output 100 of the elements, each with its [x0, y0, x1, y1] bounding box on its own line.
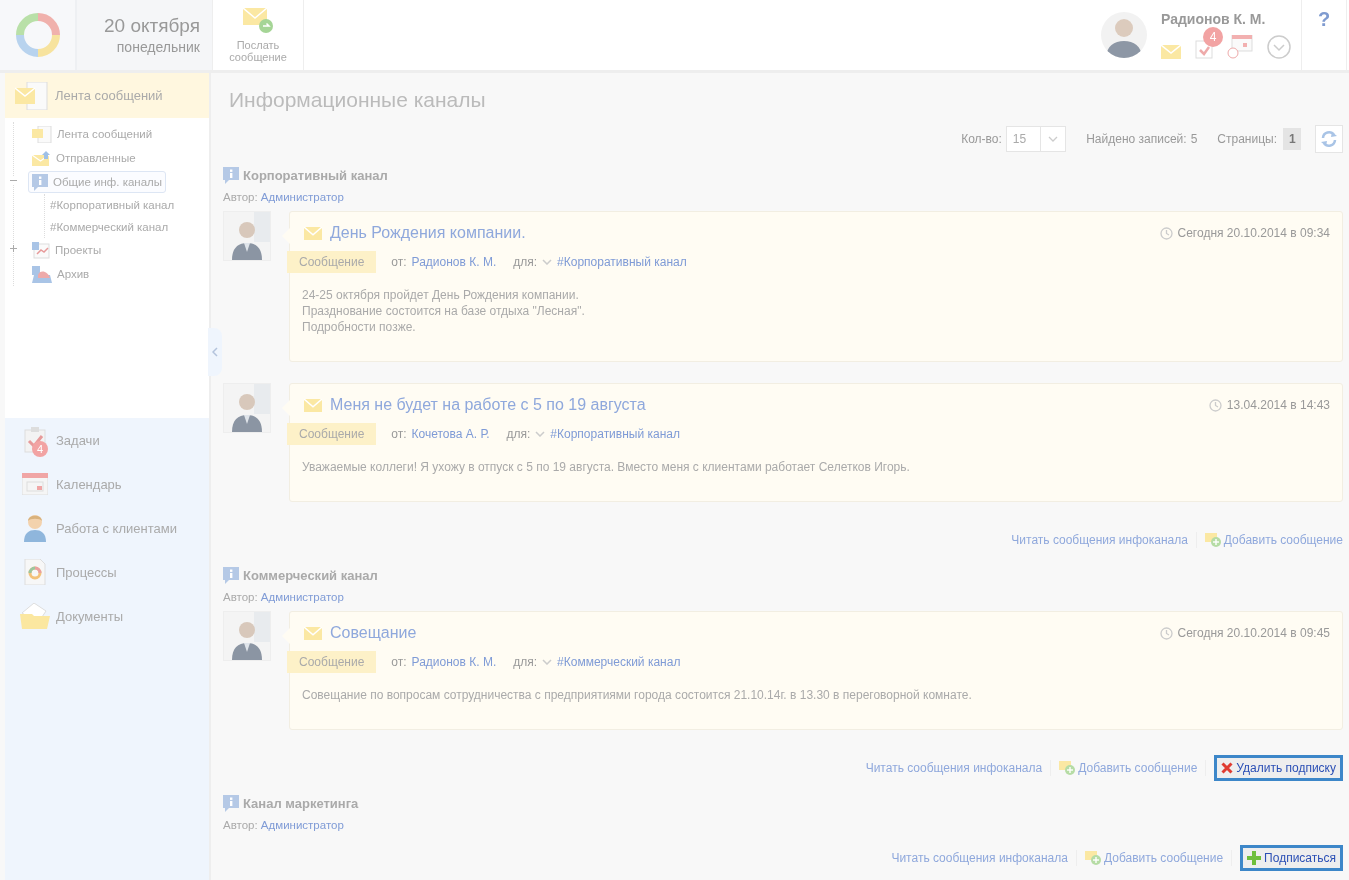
envelope-arrow-icon: [32, 150, 51, 166]
tree-item[interactable]: #Корпоративный канал: [48, 198, 177, 212]
channel-link[interactable]: #Коммерческий канал: [557, 655, 681, 669]
from-label: от:: [391, 255, 407, 269]
nav-item[interactable]: Календарь: [5, 462, 209, 506]
plus-icon: [1247, 851, 1262, 865]
found-count: 5: [1190, 132, 1198, 146]
author-link[interactable]: Администратор: [260, 819, 344, 831]
from-label: от:: [391, 427, 407, 441]
mail-icon[interactable]: [1161, 45, 1181, 59]
envelope-send-icon: [243, 7, 273, 34]
unsubscribe-button[interactable]: Удалить подписку: [1214, 755, 1343, 781]
user-icon: [23, 514, 47, 542]
chevron-left-icon: [212, 347, 218, 357]
archive-icon: [32, 265, 52, 283]
channel-link[interactable]: #Корпоративный канал: [550, 427, 680, 441]
section-header[interactable]: Лента сообщений: [5, 73, 209, 118]
message-text: 24-25 октября пройдет День Рождения компании.: [302, 287, 580, 303]
read-link[interactable]: Читать сообщения инфоканала: [1011, 533, 1188, 547]
user-name: Радионов К. М.: [1161, 11, 1267, 27]
page-button[interactable]: 1: [1283, 128, 1301, 150]
folder-plus-icon: [1084, 851, 1101, 865]
sender-link[interactable]: Радионов К. М.: [411, 655, 497, 669]
message-tag: Сообщение: [287, 251, 377, 273]
nav-item[interactable]: 4 Задачи: [5, 418, 209, 462]
document-icon: [24, 559, 46, 585]
nav-item[interactable]: Документы: [5, 594, 209, 638]
sender-link[interactable]: Радионов К. М.: [411, 255, 497, 269]
add-message-link[interactable]: Добавить сообщение: [1084, 851, 1224, 865]
channel-title: Канал маркетинга: [243, 796, 359, 811]
nav-item[interactable]: Процессы: [5, 550, 209, 594]
to-label: для:: [513, 255, 538, 269]
subscribe-button[interactable]: Подписаться: [1240, 845, 1343, 871]
clock-icon: [1159, 626, 1173, 640]
channel-title: Коммерческий канал: [243, 568, 378, 583]
author-label: Автор:: [223, 591, 258, 603]
info-icon: [223, 795, 239, 812]
tree-item[interactable]: #Коммерческий канал: [48, 220, 171, 234]
clock-icon: [1208, 398, 1222, 412]
plus-icon: [9, 244, 18, 253]
tree-item[interactable]: Архив: [28, 263, 94, 285]
message-tag: Сообщение: [287, 651, 377, 673]
message-title[interactable]: День Рождения компании.: [330, 224, 526, 242]
chevron-down-icon: [535, 431, 546, 437]
from-label: от:: [391, 655, 407, 669]
read-link[interactable]: Читать сообщения инфоканала: [865, 761, 1043, 775]
logo-icon: [15, 13, 60, 57]
calendar-clock-icon[interactable]: [1227, 35, 1253, 59]
help-button[interactable]: ?: [1311, 4, 1337, 34]
tree-item[interactable]: Проекты: [28, 239, 106, 261]
tree-item[interactable]: Лента сообщений: [28, 123, 157, 145]
count-badge: 4: [32, 441, 48, 457]
channel-title: Корпоративный канал: [243, 168, 388, 183]
message-date: Сегодня 20.10.2014 в 09:45: [1177, 626, 1330, 640]
date-text: 20 октября: [103, 15, 200, 37]
refresh-button[interactable]: [1315, 125, 1343, 153]
add-message-link[interactable]: Добавить сообщение: [1204, 533, 1343, 547]
weekday-text: понедельник: [116, 39, 200, 55]
collapse-tab[interactable]: [208, 328, 222, 376]
author-link[interactable]: Администратор: [260, 191, 344, 203]
refresh-icon: [1320, 130, 1338, 148]
send-message-button[interactable]: Послать сообщение: [212, 0, 304, 70]
message-text: Подробности позже.: [302, 319, 417, 335]
channel-link[interactable]: #Корпоративный канал: [557, 255, 687, 269]
author-label: Автор:: [223, 191, 258, 203]
chart-document-icon: [32, 241, 50, 259]
to-label: для:: [506, 427, 531, 441]
add-message-link[interactable]: Добавить сообщение: [1059, 761, 1198, 775]
count-dropdown[interactable]: 15: [1005, 126, 1067, 152]
author-link[interactable]: Администратор: [260, 591, 344, 603]
clipboard-icon[interactable]: [1195, 39, 1213, 59]
envelope-icon: [304, 226, 322, 240]
chevron-down-icon: [542, 259, 553, 265]
tree-item[interactable]: Отправленные: [28, 147, 140, 169]
message-date: 13.04.2014 в 14:43: [1226, 398, 1330, 412]
message-title[interactable]: Совещание: [330, 624, 417, 642]
info-icon: [223, 167, 239, 184]
envelope-document-icon: [32, 125, 52, 143]
clock-icon: [1159, 226, 1173, 240]
count-badge: 4: [1203, 27, 1223, 47]
author-label: Автор:: [223, 819, 258, 831]
envelope-icon: [304, 398, 322, 412]
sender-link[interactable]: Кочетова А. Р.: [411, 427, 490, 441]
chevron-down-icon[interactable]: [1267, 35, 1291, 59]
message-title[interactable]: Меня не будет на работе с 5 по 19 августа: [330, 396, 646, 414]
pages-label: Страницы:: [1217, 132, 1277, 146]
count-label: Кол-во:: [961, 132, 1002, 146]
message-date: Сегодня 20.10.2014 в 09:34: [1177, 226, 1330, 240]
tree-item[interactable]: Общие инф. каналы: [28, 171, 167, 193]
envelope-icon: [304, 626, 322, 640]
chevron-down-icon: [542, 659, 553, 665]
found-label: Найдено записей:: [1086, 132, 1187, 146]
close-icon: [1221, 762, 1234, 774]
folder-plus-icon: [1204, 533, 1221, 547]
folder-plus-icon: [1059, 761, 1076, 775]
info-icon: [223, 567, 239, 584]
read-link[interactable]: Читать сообщения инфоканала: [891, 851, 1068, 865]
nav-item[interactable]: Работа с клиентами: [5, 506, 209, 550]
to-label: для:: [513, 655, 538, 669]
message-text: Празднование состоится на базе отдыха "Лесная".: [302, 303, 586, 319]
